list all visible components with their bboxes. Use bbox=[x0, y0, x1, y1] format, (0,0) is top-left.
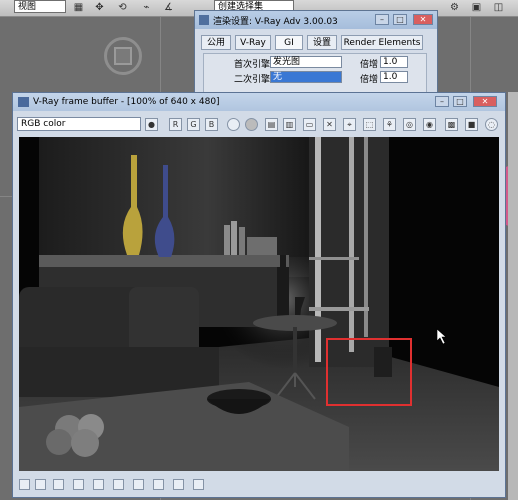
secondary-multiplier-label: 倍增 bbox=[360, 75, 379, 85]
command-panel-edge bbox=[508, 92, 518, 500]
srgb-icon[interactable] bbox=[93, 479, 104, 490]
red-channel-icon[interactable]: R bbox=[169, 118, 182, 131]
close-button[interactable]: ✕ bbox=[413, 14, 433, 25]
render-frame-icon[interactable]: ◫ bbox=[492, 1, 505, 14]
render-icon[interactable]: ▣ bbox=[470, 1, 483, 14]
curve-icon[interactable] bbox=[53, 479, 64, 490]
primary-engine-label: 首次引擎 bbox=[234, 60, 271, 70]
rendered-image[interactable] bbox=[19, 137, 499, 471]
secondary-engine-select[interactable]: 无 bbox=[270, 71, 342, 83]
vfb-maximize-button[interactable]: □ bbox=[453, 96, 467, 107]
level-icon[interactable] bbox=[35, 479, 46, 490]
vfb-title: V-Ray frame buffer - [100% of 640 x 480] bbox=[33, 97, 220, 107]
render-settings-window: 渲染设置: V-Ray Adv 3.00.03 – □ ✕ 公用 V-Ray G… bbox=[194, 10, 438, 103]
white-circle-icon[interactable] bbox=[227, 118, 240, 131]
render-settings-titlebar[interactable]: 渲染设置: V-Ray Adv 3.00.03 – □ ✕ bbox=[195, 11, 437, 29]
angle-snap-icon[interactable]: ∡ bbox=[162, 1, 175, 14]
stop-icon[interactable]: ■ bbox=[465, 118, 478, 131]
folder-icon[interactable]: ▭ bbox=[303, 118, 316, 131]
vfb-app-icon bbox=[18, 97, 29, 107]
move-icon[interactable]: ✥ bbox=[93, 1, 106, 14]
compare-icon[interactable] bbox=[193, 479, 204, 490]
link-icon[interactable]: ⚘ bbox=[383, 118, 396, 131]
channel-select[interactable]: RGB color bbox=[17, 117, 141, 131]
vfb-toolbar: RGB color ● R G B ▤ ▥ ▭ ✕ ⌖ ⬚ ⚘ ◎ ◉ ▩ ■ … bbox=[17, 115, 501, 133]
vfb-minimize-button[interactable]: – bbox=[435, 96, 449, 107]
pixel-aspect-icon[interactable] bbox=[153, 479, 164, 490]
green-channel-icon[interactable]: G bbox=[187, 118, 200, 131]
lut-icon[interactable] bbox=[113, 479, 124, 490]
primary-engine-select[interactable]: 发光图 bbox=[270, 56, 342, 68]
stereo-icon[interactable] bbox=[173, 479, 184, 490]
render-setup-icon[interactable]: ⚙ bbox=[448, 1, 461, 14]
save-icon[interactable]: ▤ bbox=[265, 118, 278, 131]
ocio-icon[interactable] bbox=[133, 479, 144, 490]
secondary-engine-label: 二次引擎 bbox=[234, 75, 271, 85]
track-mouse-icon[interactable]: ⌖ bbox=[343, 118, 356, 131]
secondary-multiplier-input[interactable]: 1.0 bbox=[380, 71, 408, 83]
render-scene bbox=[19, 137, 499, 471]
tab-render-elements[interactable]: Render Elements bbox=[341, 35, 423, 50]
rotate-icon[interactable]: ⟲ bbox=[116, 1, 129, 14]
vfb-close-button[interactable]: ✕ bbox=[473, 96, 497, 107]
tab-gi[interactable]: GI bbox=[275, 35, 303, 50]
exposure-icon[interactable] bbox=[73, 479, 84, 490]
mono-icon[interactable] bbox=[245, 118, 258, 131]
region-icon[interactable]: ⬚ bbox=[363, 118, 376, 131]
teapot-icon[interactable]: ◎ bbox=[403, 118, 416, 131]
load-icon[interactable]: ▥ bbox=[283, 118, 296, 131]
stamp-icon[interactable] bbox=[19, 479, 30, 490]
vfb-bottom-toolbar bbox=[17, 477, 501, 495]
camera-icon[interactable]: ◉ bbox=[423, 118, 436, 131]
app-icon bbox=[199, 15, 209, 25]
tab-settings[interactable]: 设置 bbox=[307, 35, 337, 50]
select-icon[interactable]: ▦ bbox=[72, 1, 85, 14]
primary-multiplier-input[interactable]: 1.0 bbox=[380, 56, 408, 68]
primary-multiplier-label: 倍增 bbox=[360, 60, 379, 70]
tab-vray[interactable]: V-Ray bbox=[235, 35, 271, 50]
lens-effects-icon[interactable]: ◌ bbox=[485, 118, 498, 131]
color-icon[interactable]: ● bbox=[145, 118, 158, 131]
tab-common[interactable]: 公用 bbox=[201, 35, 231, 50]
viewport-dropdown[interactable]: 视图 bbox=[14, 0, 66, 13]
minimize-button[interactable]: – bbox=[375, 14, 389, 25]
snap-icon[interactable]: ⌁ bbox=[140, 1, 153, 14]
maximize-button[interactable]: □ bbox=[393, 14, 407, 25]
vfb-titlebar[interactable]: V-Ray frame buffer - [100% of 640 x 480]… bbox=[13, 93, 505, 111]
vray-frame-buffer-window: V-Ray frame buffer - [100% of 640 x 480]… bbox=[12, 92, 506, 498]
history-icon[interactable]: ▩ bbox=[445, 118, 458, 131]
render-settings-title: 渲染设置: V-Ray Adv 3.00.03 bbox=[213, 17, 338, 27]
clear-icon[interactable]: ✕ bbox=[323, 118, 336, 131]
blue-channel-icon[interactable]: B bbox=[205, 118, 218, 131]
view-cube-face[interactable] bbox=[114, 47, 132, 65]
